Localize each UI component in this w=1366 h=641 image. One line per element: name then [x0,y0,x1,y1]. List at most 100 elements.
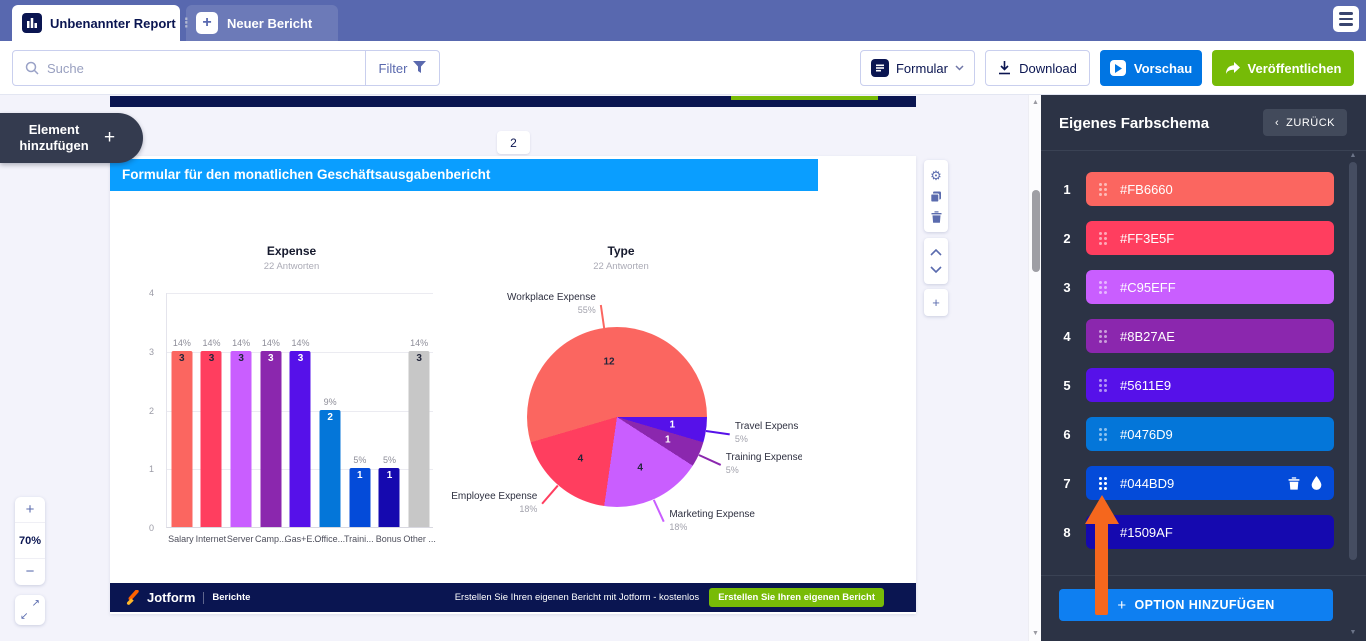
color-row: 2#FF3E5F [1059,221,1351,255]
pie-callout-label: Workplace Expense55% [507,292,596,316]
pie-leader-line [706,430,730,435]
bar-value-label: 1 [379,470,400,481]
back-chevron-icon: ‹ [1275,117,1279,129]
color-swatch[interactable]: #8B27AE [1086,319,1334,353]
trash-icon[interactable] [1288,477,1300,490]
bar-slot: 314% [404,293,434,527]
canvas-scrollbar: ▲ ▼ [1028,95,1041,641]
search-input[interactable] [47,61,365,76]
drag-handle-icon[interactable] [1099,281,1107,294]
form-select-dropdown[interactable]: Formular [860,50,975,86]
bar[interactable]: 3 [260,351,281,527]
color-hex-label: #C95EFF [1120,280,1176,295]
zoom-controls: + 70% − [15,497,45,585]
color-swatch[interactable]: #5611E9 [1086,368,1334,402]
bar[interactable]: 3 [290,351,311,527]
share-arrow-icon [1225,62,1240,75]
color-swatch[interactable]: #044BD9 [1086,466,1334,500]
hamburger-menu-button[interactable] [1333,6,1359,32]
filter-button[interactable]: Filter [365,51,439,85]
scroll-up-arrow[interactable]: ▲ [1029,99,1041,106]
pie-slice-name: Workplace Expense [507,292,596,304]
move-down-icon[interactable] [930,266,942,273]
tab-new-report[interactable]: + Neuer Bericht [186,5,338,41]
bar[interactable]: 1 [349,468,370,527]
color-droplet-icon[interactable] [1311,476,1322,490]
bar-percent-label: 14% [256,338,286,348]
color-index: 8 [1059,525,1075,540]
pie-callout-label: Training Expense5% [726,452,802,476]
pie-slice-name: Marketing Expense [669,509,755,521]
drag-handle-icon[interactable] [1099,428,1107,441]
color-row: 3 #C95EFF [1059,270,1351,304]
bar-percent-label: 14% [197,338,227,348]
bar[interactable]: 2 [320,410,341,528]
preview-button[interactable]: Vorschau [1100,50,1202,86]
previous-page-footer-edge [110,96,916,107]
zoom-level: 70% [15,523,45,558]
zoom-out-button[interactable]: − [15,558,45,584]
add-element-label: Element hinzufügen [10,122,98,154]
settings-gear-icon[interactable]: ⚙ [930,169,942,182]
canvas-scrollbar-thumb[interactable] [1032,190,1040,272]
pie-slice-pct: 18% [451,503,537,515]
zoom-in-button[interactable]: + [15,497,45,523]
swatch-tools [1288,466,1322,500]
footer-divider [203,592,204,604]
pie-callout-label: Marketing Expense18% [669,509,755,533]
move-up-icon[interactable] [930,249,942,256]
bar[interactable]: 3 [171,351,192,527]
bar[interactable]: 3 [231,351,252,527]
bar-slot: 314% [286,293,316,527]
publish-button[interactable]: Veröffentlichen [1212,50,1354,86]
y-axis-tick-label: 4 [149,288,154,298]
scroll-down-arrow[interactable]: ▼ [1029,630,1041,637]
download-button[interactable]: Download [985,50,1090,86]
form-select-label: Formular [896,61,948,76]
drag-handle-icon[interactable] [1099,183,1107,196]
bar-value-label: 3 [290,353,311,364]
color-index: 3 [1059,280,1075,295]
bar-plot: 314%314%314%314%314%29%15%15%314% [166,293,433,528]
drag-handle-icon[interactable] [1099,232,1107,245]
page-title-bar[interactable]: Formular für den monatlichen Geschäftsau… [110,159,818,191]
x-axis-label: Gas+E... [285,534,315,544]
bar[interactable]: 3 [409,351,430,527]
sidebar-scroll-down-arrow[interactable]: ▼ [1346,629,1360,636]
drag-handle-icon[interactable] [1099,379,1107,392]
drag-handle-icon[interactable] [1099,477,1107,490]
report-page[interactable]: Formular für den monatlichen Geschäftsau… [110,156,916,614]
download-icon [998,61,1011,75]
bar[interactable]: 3 [201,351,222,527]
duplicate-icon[interactable] [930,191,942,203]
sidebar-scroll-up-arrow[interactable]: ▲ [1346,152,1360,159]
color-swatch[interactable]: #C95EFF [1086,270,1334,304]
color-swatch[interactable]: #FB6660 [1086,172,1334,206]
back-button[interactable]: ‹ ZURÜCK [1263,109,1347,136]
tab-active-report[interactable]: Unbenannter Report ⋮ [12,5,180,41]
fit-screen-button[interactable]: ↗ ↙ [15,595,45,625]
plus-icon[interactable]: + [932,296,940,309]
bar-chart[interactable]: Expense 22 Antworten 01234 314%314%314%3… [130,244,453,556]
bar[interactable]: 1 [379,468,400,527]
trash-icon[interactable] [931,211,942,223]
expand-ne-icon: ↗ [32,598,40,609]
color-swatch[interactable]: #0476D9 [1086,417,1334,451]
color-swatch[interactable]: #FF3E5F [1086,221,1334,255]
y-axis-tick-label: 1 [149,464,154,474]
color-row: 6 #0476D9 [1059,417,1351,451]
drag-handle-icon[interactable] [1099,330,1107,343]
color-hex-label: #044BD9 [1120,476,1174,491]
pie-chart[interactable]: Type 22 Antworten 1Travel Expens5%1Train… [440,244,802,579]
bar-slot: 15% [375,293,405,527]
footer-brand: Jotform [147,590,195,605]
bar-xlabels: SalaryInternetServerCamp...Gas+E...Offic… [166,534,433,548]
preview-label: Vorschau [1134,61,1192,76]
sidebar-scrollbar-thumb[interactable] [1349,162,1357,560]
search-icon [25,61,39,75]
color-swatch[interactable]: #1509AF [1086,515,1334,549]
add-element-button[interactable]: Element hinzufügen + [0,113,143,163]
color-index: 6 [1059,427,1075,442]
footer-cta-button[interactable]: Erstellen Sie Ihren eigenen Bericht [709,588,884,607]
bar-yaxis: 01234 [130,293,162,528]
